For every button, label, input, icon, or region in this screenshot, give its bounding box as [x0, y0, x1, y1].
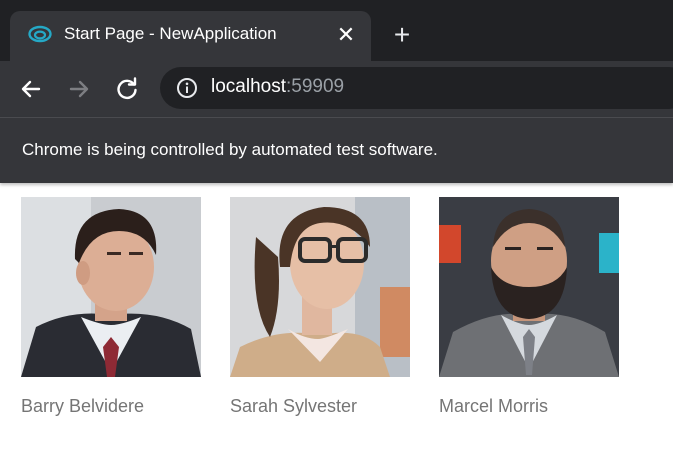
browser-tab[interactable]: Start Page - NewApplication ✕ [10, 11, 371, 61]
person-name[interactable]: Marcel Morris [439, 396, 619, 417]
person-card[interactable]: Sarah Sylvester [230, 197, 410, 417]
plus-icon[interactable]: + [388, 21, 416, 50]
automation-infobar: Chrome is being controlled by automated … [0, 117, 673, 183]
person-photo[interactable] [439, 197, 619, 377]
person-name[interactable]: Sarah Sylvester [230, 396, 410, 417]
info-icon[interactable] [176, 77, 198, 99]
person-photo[interactable] [230, 197, 410, 377]
url-text[interactable]: localhost:59909 [211, 76, 344, 98]
back-arrow-icon[interactable] [17, 75, 45, 103]
reload-icon[interactable] [113, 75, 141, 103]
tab-strip: Start Page - NewApplication ✕ + [0, 0, 673, 61]
address-bar[interactable]: localhost:59909 [160, 67, 673, 109]
app-logo-icon [28, 25, 52, 43]
infobar-message: Chrome is being controlled by automated … [22, 140, 438, 159]
person-card[interactable]: Barry Belvidere [21, 197, 201, 417]
tab-title: Start Page - NewApplication [64, 24, 277, 43]
url-port: :59909 [286, 76, 345, 97]
url-host: localhost [211, 76, 286, 97]
forward-arrow-icon[interactable] [65, 75, 93, 103]
person-photo[interactable] [21, 197, 201, 377]
close-icon[interactable]: ✕ [334, 23, 358, 47]
person-name[interactable]: Barry Belvidere [21, 396, 201, 417]
browser-toolbar: localhost:59909 [0, 61, 673, 117]
person-card[interactable]: Marcel Morris [439, 197, 619, 417]
